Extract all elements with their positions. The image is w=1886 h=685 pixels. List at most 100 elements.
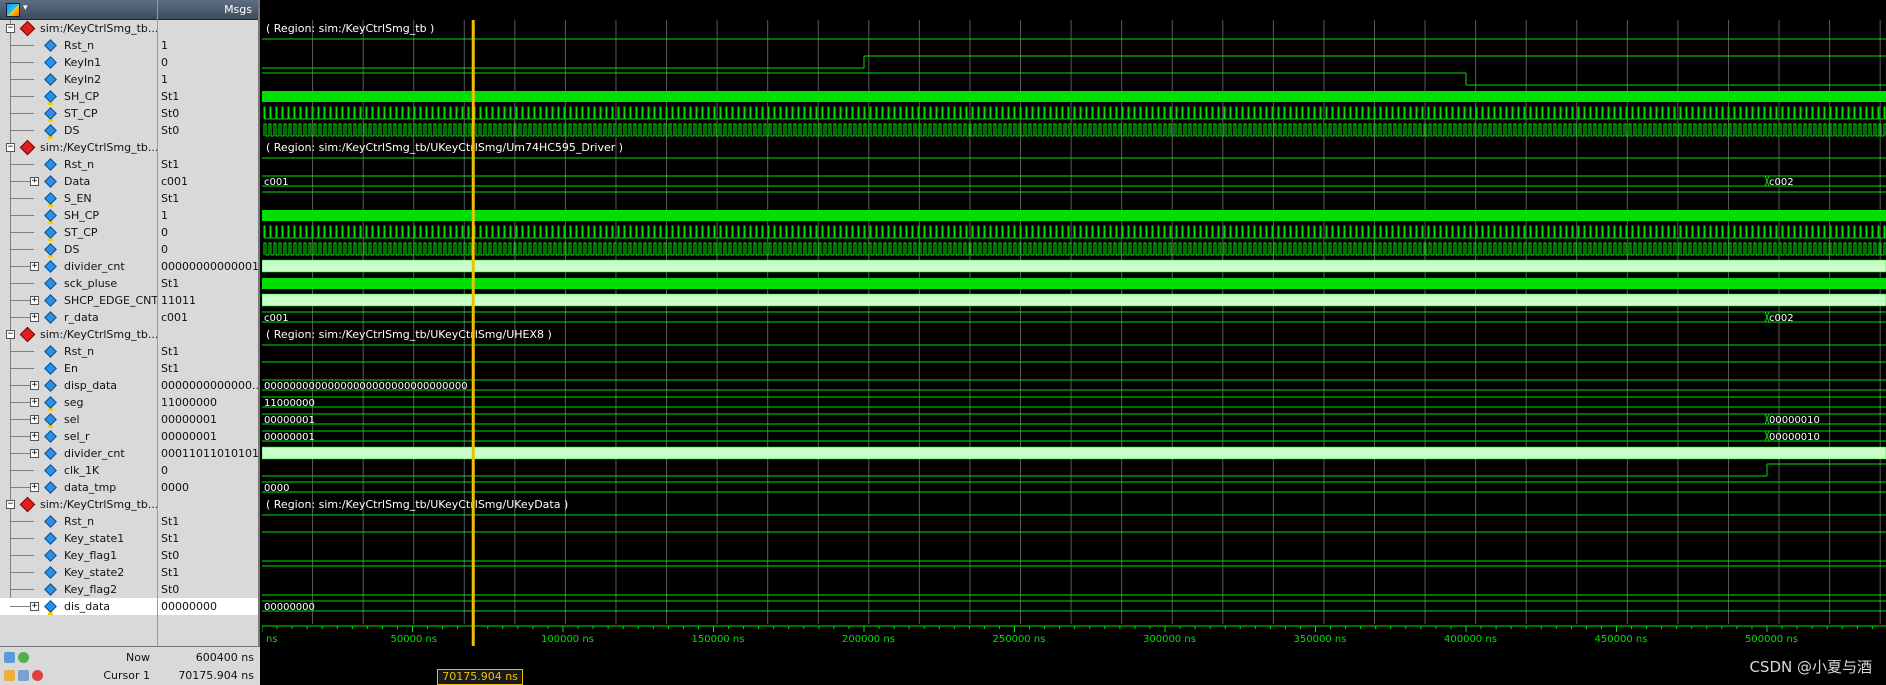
value-row[interactable]: St1 (158, 530, 258, 547)
value-row[interactable]: St1 (158, 360, 258, 377)
value-row[interactable]: c001 (158, 309, 258, 326)
value-row[interactable]: 0 (158, 241, 258, 258)
value-row[interactable] (158, 139, 258, 156)
timeline-tick-label: 350000 ns (1294, 634, 1347, 645)
expand-icon[interactable]: + (30, 296, 39, 305)
value-row[interactable]: 1 (158, 37, 258, 54)
value-row[interactable]: 0000000000000100 (158, 258, 258, 275)
signal-row[interactable]: + disp_data (0, 377, 157, 394)
signal-row[interactable]: DS (0, 241, 157, 258)
waveform-canvas[interactable]: ( Region: sim:/KeyCtrlSmg_tb ) ( Region: … (262, 20, 1886, 646)
edit-cursor-icon[interactable] (18, 670, 29, 681)
group-row[interactable]: − sim:/KeyCtrlSmg_tb... (0, 496, 157, 513)
expand-icon[interactable]: + (30, 177, 39, 186)
collapse-icon[interactable]: − (6, 330, 15, 339)
signal-row[interactable]: + r_data (0, 309, 157, 326)
delete-cursor-icon[interactable] (32, 670, 43, 681)
signal-row[interactable]: S_EN (0, 190, 157, 207)
signal-row[interactable]: + sel_r (0, 428, 157, 445)
collapse-icon[interactable]: − (6, 24, 15, 33)
value-row[interactable]: 0 (158, 54, 258, 71)
expand-icon[interactable]: + (30, 449, 39, 458)
chevron-down-icon[interactable]: ▾ (23, 3, 28, 13)
expand-icon[interactable]: + (30, 381, 39, 390)
signal-row[interactable]: + Data (0, 173, 157, 190)
collapse-icon[interactable]: − (6, 500, 15, 509)
signal-row[interactable]: + divider_cnt (0, 258, 157, 275)
value-row[interactable]: 00000001 (158, 411, 258, 428)
signal-row[interactable]: En (0, 360, 157, 377)
signal-row[interactable]: SH_CP (0, 88, 157, 105)
wave-window-icon[interactable] (6, 3, 20, 17)
expand-icon[interactable]: + (30, 432, 39, 441)
value-row[interactable]: St1 (158, 156, 258, 173)
add-cursor-icon[interactable] (18, 652, 29, 663)
group-row[interactable]: − sim:/KeyCtrlSmg_tb... (0, 326, 157, 343)
signal-name: r_data (64, 311, 99, 324)
value-row[interactable]: St1 (158, 343, 258, 360)
value-row[interactable]: 00011011010101011 (158, 445, 258, 462)
signal-row[interactable]: Key_flag2 (0, 581, 157, 598)
signal-row[interactable]: KeyIn2 (0, 71, 157, 88)
value-row[interactable] (158, 20, 258, 37)
signal-row[interactable]: clk_1K (0, 462, 157, 479)
value-row[interactable]: St1 (158, 564, 258, 581)
value-row[interactable]: St1 (158, 275, 258, 292)
value-row[interactable]: 0 (158, 462, 258, 479)
group-row[interactable]: − sim:/KeyCtrlSmg_tb... (0, 139, 157, 156)
collapse-icon[interactable]: − (6, 143, 15, 152)
value-row[interactable]: St0 (158, 122, 258, 139)
value-row[interactable] (158, 326, 258, 343)
signal-row[interactable]: ST_CP (0, 224, 157, 241)
value-row[interactable]: c001 (158, 173, 258, 190)
signal-row[interactable]: KeyIn1 (0, 54, 157, 71)
timeline-tick-label: 150000 ns (692, 634, 745, 645)
value-row[interactable]: St1 (158, 88, 258, 105)
signal-row[interactable]: Key_state2 (0, 564, 157, 581)
signal-row[interactable]: + divider_cnt (0, 445, 157, 462)
expand-icon[interactable]: + (30, 415, 39, 424)
cursor-time-tag[interactable]: 70175.904 ns (437, 669, 523, 685)
signal-row[interactable]: + seg (0, 394, 157, 411)
signal-row[interactable]: DS (0, 122, 157, 139)
value-row[interactable]: St0 (158, 105, 258, 122)
value-row[interactable]: 0000 (158, 479, 258, 496)
now-icon[interactable] (4, 652, 15, 663)
signal-row[interactable]: ST_CP (0, 105, 157, 122)
value-row[interactable]: 11011 (158, 292, 258, 309)
value-row[interactable]: 0000000000000... (158, 377, 258, 394)
value-row[interactable]: 00000001 (158, 428, 258, 445)
value-row[interactable]: 1 (158, 71, 258, 88)
signal-icon (44, 158, 57, 171)
value-row[interactable]: 0 (158, 224, 258, 241)
value-row[interactable]: 00000000 (158, 598, 258, 615)
value-row[interactable] (158, 496, 258, 513)
value-row[interactable]: St1 (158, 190, 258, 207)
value-row[interactable]: 11000000 (158, 394, 258, 411)
expand-icon[interactable]: + (30, 602, 39, 611)
signal-row[interactable]: + SHCP_EDGE_CNT (0, 292, 157, 309)
signal-row[interactable]: + sel (0, 411, 157, 428)
signal-row[interactable]: + dis_data (0, 598, 157, 615)
signal-row[interactable]: Rst_n (0, 343, 157, 360)
expand-icon[interactable]: + (30, 398, 39, 407)
group-row[interactable]: − sim:/KeyCtrlSmg_tb... (0, 20, 157, 37)
signal-row[interactable]: Key_flag1 (0, 547, 157, 564)
signal-row[interactable]: Rst_n (0, 513, 157, 530)
now-value: 600400 ns (195, 651, 254, 664)
expand-icon[interactable]: + (30, 483, 39, 492)
signal-row[interactable]: Rst_n (0, 37, 157, 54)
signal-row[interactable]: + data_tmp (0, 479, 157, 496)
signal-row[interactable]: Rst_n (0, 156, 157, 173)
signal-row[interactable]: Key_state1 (0, 530, 157, 547)
signal-row[interactable]: SH_CP (0, 207, 157, 224)
value-row[interactable]: St1 (158, 513, 258, 530)
waveform-svg[interactable]: ( Region: sim:/KeyCtrlSmg_tb ) ( Region: … (262, 20, 1886, 646)
value-row[interactable]: 1 (158, 207, 258, 224)
expand-icon[interactable]: + (30, 313, 39, 322)
lock-cursor-icon[interactable] (4, 670, 15, 681)
expand-icon[interactable]: + (30, 262, 39, 271)
signal-row[interactable]: sck_pluse (0, 275, 157, 292)
value-row[interactable]: St0 (158, 581, 258, 598)
value-row[interactable]: St0 (158, 547, 258, 564)
